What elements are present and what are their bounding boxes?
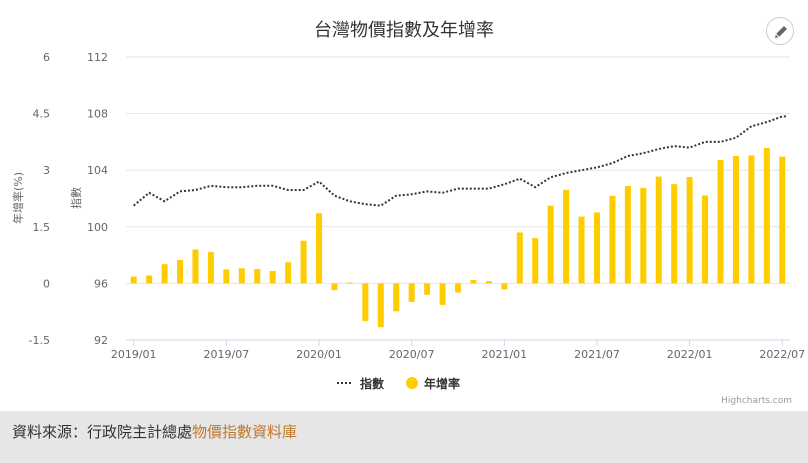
bar — [130, 276, 137, 284]
bar — [563, 189, 570, 284]
bar — [578, 216, 585, 284]
bar — [455, 283, 461, 293]
pencil-icon — [775, 26, 787, 38]
bar — [485, 281, 492, 284]
right-tick-label: 96 — [94, 277, 108, 290]
x-tick-label: 2022/01 — [667, 348, 713, 361]
right-tick-label: 108 — [87, 108, 108, 121]
bar — [238, 268, 245, 284]
bar — [269, 270, 276, 284]
bar — [161, 264, 168, 284]
bar — [362, 283, 369, 322]
bar — [393, 283, 400, 312]
right-axis-ticks: 92 96 100 104 108 112 — [87, 51, 108, 347]
left-tick-label: 0 — [43, 277, 50, 290]
chart-container: 台灣物價指數及年增率 -1.5 0 1.5 3 4.5 6 92 96 100 104 108 11… — [0, 0, 808, 411]
x-tick-label: 2019/01 — [111, 348, 157, 361]
bar — [316, 213, 323, 284]
bar — [501, 283, 508, 290]
left-axis-title: 年增率(%) — [11, 172, 25, 224]
bar — [717, 160, 724, 284]
bar — [748, 155, 755, 284]
x-tick-label: 2021/01 — [481, 348, 527, 361]
edit-pencil-button[interactable] — [766, 17, 794, 45]
chart-title: 台灣物價指數及年增率 — [314, 20, 494, 41]
bar — [686, 176, 693, 284]
bar — [593, 212, 600, 284]
left-axis-ticks: -1.5 0 1.5 3 4.5 6 — [29, 51, 50, 347]
bar — [424, 283, 431, 295]
legend-label-yoy: 年增率 — [424, 376, 460, 391]
credits-text[interactable]: Highcharts.com — [721, 396, 792, 406]
x-tick-label: 2022/07 — [759, 348, 805, 361]
bar — [702, 195, 709, 284]
right-tick-label: 112 — [87, 51, 108, 64]
bar — [346, 282, 353, 284]
bar — [671, 184, 678, 284]
bar — [223, 269, 230, 284]
bar — [285, 262, 292, 284]
bar — [624, 186, 631, 284]
left-tick-label: 4.5 — [33, 108, 51, 121]
legend-label-index: 指數 — [360, 376, 384, 391]
bar — [763, 147, 770, 284]
legend-item-index[interactable]: 指數 — [337, 376, 384, 391]
bar — [532, 238, 539, 284]
left-tick-label: 6 — [43, 51, 50, 64]
bar — [377, 283, 384, 328]
bar — [516, 232, 523, 284]
source-text: 資料來源：行政院主計總處物價指數資料庫 — [12, 421, 297, 442]
source-prefix: 資料來源：行政院主計總處 — [12, 423, 193, 441]
x-tick-label: 2021/07 — [574, 348, 620, 361]
bar — [547, 205, 554, 284]
x-axis: 2019/01 2019/07 2020/01 2020/07 2021/01 2021/… — [111, 339, 805, 361]
source-bar: 資料來源：行政院主計總處物價指數資料庫 — [0, 411, 808, 463]
bar — [779, 156, 786, 284]
source-link[interactable]: 物價指數資料庫 — [192, 423, 297, 441]
bar — [207, 252, 214, 284]
bar-series-yoy — [130, 147, 786, 328]
bar — [192, 249, 199, 284]
chart-svg: 台灣物價指數及年增率 -1.5 0 1.5 3 4.5 6 92 96 100 104 108 11… — [11, 20, 805, 391]
bar — [732, 155, 739, 284]
bar — [254, 269, 261, 284]
bar — [470, 280, 477, 284]
legend-item-yoy[interactable]: 年增率 — [406, 376, 460, 391]
bar — [331, 283, 338, 291]
right-axis-title: 指數 — [69, 187, 83, 209]
x-tick-label: 2020/07 — [389, 348, 435, 361]
x-tick-label: 2019/07 — [204, 348, 250, 361]
bar — [177, 260, 184, 284]
right-tick-label: 104 — [87, 164, 108, 177]
bar — [408, 283, 415, 302]
bar — [146, 275, 153, 284]
bar — [609, 195, 616, 284]
bar — [655, 176, 662, 284]
bar — [640, 187, 647, 284]
bar — [439, 283, 446, 305]
left-tick-label: 3 — [43, 164, 50, 177]
left-tick-label: -1.5 — [29, 334, 50, 347]
right-tick-label: 92 — [94, 334, 108, 347]
legend: 指數 年增率 — [337, 376, 460, 391]
bar — [300, 240, 307, 284]
x-tick-label: 2020/01 — [296, 348, 342, 361]
left-tick-label: 1.5 — [33, 221, 51, 234]
right-tick-label: 100 — [87, 221, 108, 234]
